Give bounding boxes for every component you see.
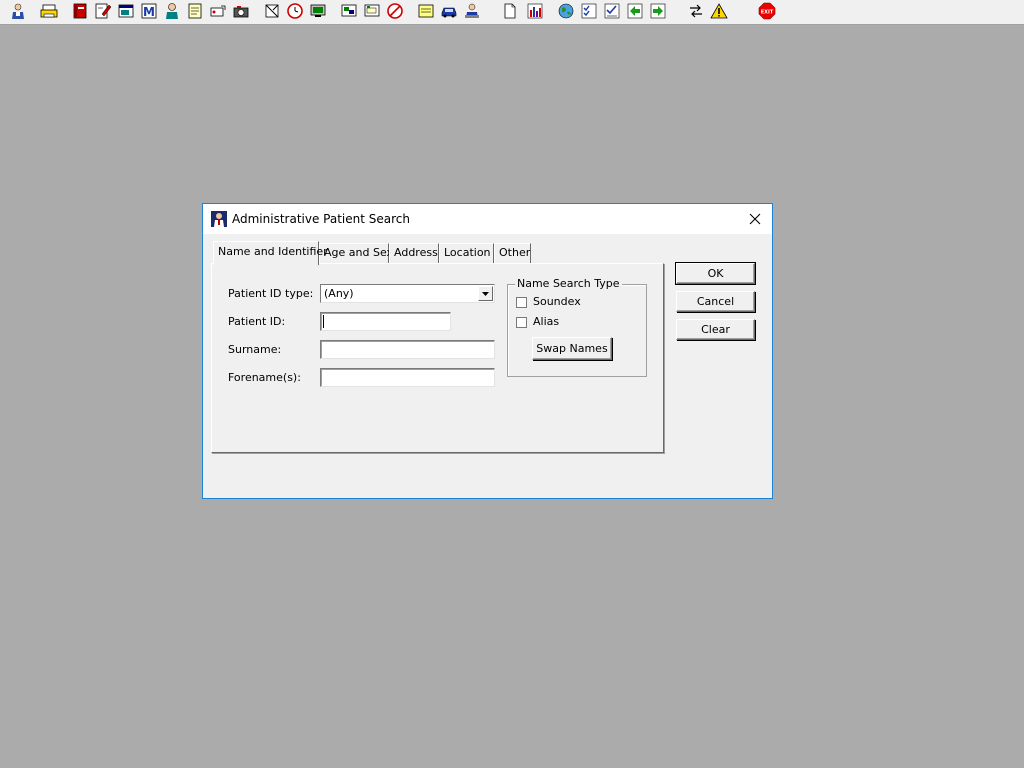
clock-icon[interactable] — [285, 1, 305, 21]
main-toolbar: M EXIT — [0, 0, 1024, 25]
tab-name-and-identifier[interactable]: Name and Identifier — [213, 241, 328, 265]
arrows-green-2-icon[interactable] — [648, 1, 668, 21]
warning-icon[interactable] — [709, 1, 729, 21]
window-list-icon[interactable] — [116, 1, 136, 21]
alias-checkbox[interactable] — [516, 317, 527, 328]
patient-id-type-select[interactable]: (Any) — [320, 284, 495, 303]
checklist-icon[interactable] — [579, 1, 599, 21]
operator-icon[interactable] — [462, 1, 482, 21]
clear-button[interactable]: Clear — [676, 319, 755, 340]
chevron-down-icon[interactable] — [478, 286, 493, 301]
doctor-icon[interactable] — [162, 1, 182, 21]
screen-board-icon[interactable] — [339, 1, 359, 21]
pad-cross-icon[interactable] — [262, 1, 282, 21]
tag-icon[interactable] — [208, 1, 228, 21]
book-icon[interactable] — [70, 1, 90, 21]
close-button[interactable] — [744, 208, 766, 230]
camera-icon[interactable] — [231, 1, 251, 21]
exit-icon[interactable]: EXIT — [757, 1, 777, 21]
surname-label: Surname: — [228, 343, 282, 356]
tab-panel-name-and-identifier: Patient ID type: Patient ID: Surname: Fo… — [211, 263, 664, 453]
globe-icon[interactable] — [556, 1, 576, 21]
name-search-type-group: Name Search Type Soundex Alias Swap Name… — [507, 277, 647, 377]
stop-sign-icon[interactable] — [385, 1, 405, 21]
patient-search-dialog: Administrative Patient Search Name and I… — [202, 203, 773, 499]
checklist-2-icon[interactable] — [602, 1, 622, 21]
patient-id-label: Patient ID: — [228, 315, 286, 328]
patient-id-type-label: Patient ID type: — [228, 287, 314, 300]
soundex-label: Soundex — [533, 295, 581, 308]
name-search-type-title: Name Search Type — [515, 277, 622, 290]
printer-icon[interactable] — [39, 1, 59, 21]
patient-id-input[interactable] — [320, 312, 451, 331]
letter-m-icon[interactable]: M — [139, 1, 159, 21]
cancel-button[interactable]: Cancel — [676, 291, 755, 312]
tab-other[interactable]: Other — [494, 243, 531, 263]
svg-text:EXIT: EXIT — [761, 10, 774, 16]
edit-document-icon[interactable] — [93, 1, 113, 21]
user-search-icon[interactable] — [8, 1, 28, 21]
ok-button[interactable]: OK — [675, 262, 756, 285]
svg-text:M: M — [143, 5, 155, 19]
forename-input[interactable] — [320, 368, 495, 387]
swap-arrows-icon[interactable] — [686, 1, 706, 21]
surname-input[interactable] — [320, 340, 495, 359]
arrows-green-icon[interactable] — [625, 1, 645, 21]
patient-id-type-value: (Any) — [324, 287, 354, 300]
alias-label: Alias — [533, 315, 560, 328]
bar-chart-icon[interactable] — [525, 1, 545, 21]
doctor-icon — [211, 211, 227, 227]
document-icon[interactable] — [500, 1, 520, 21]
notepad-icon[interactable] — [185, 1, 205, 21]
tab-address[interactable]: Address — [389, 243, 439, 263]
swap-names-button[interactable]: Swap Names — [532, 337, 612, 360]
dialog-title: Administrative Patient Search — [232, 212, 410, 226]
monitor-icon[interactable] — [308, 1, 328, 21]
note-yellow-icon[interactable] — [416, 1, 436, 21]
car-icon[interactable] — [439, 1, 459, 21]
forename-label: Forename(s): — [228, 371, 301, 384]
soundex-checkbox[interactable] — [516, 297, 527, 308]
close-icon — [749, 213, 761, 225]
tab-age-and-sex[interactable]: Age and Sex — [319, 243, 393, 263]
tab-location[interactable]: Location — [439, 243, 494, 263]
dialog-titlebar[interactable]: Administrative Patient Search — [203, 204, 772, 234]
screen-note-icon[interactable] — [362, 1, 382, 21]
